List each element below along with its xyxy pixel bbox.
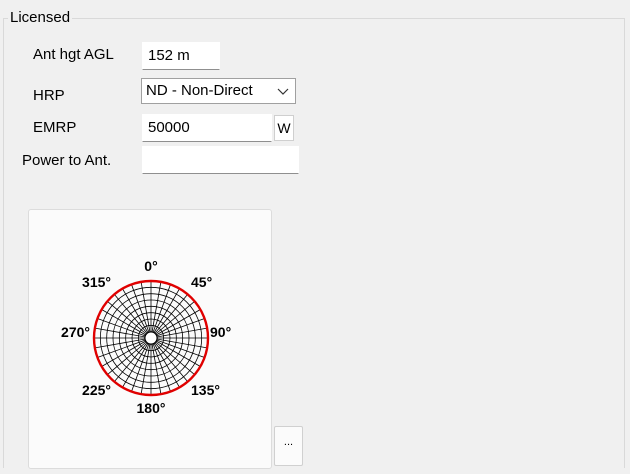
hrp-label: HRP (33, 87, 65, 104)
hrp-select-value: ND - Non-Direct (146, 82, 253, 99)
label-225: 225° (82, 382, 111, 398)
ant-height-label: Ant hgt AGL (33, 46, 114, 63)
chevron-down-icon (277, 88, 289, 95)
emrp-unit-button[interactable]: W (274, 115, 294, 141)
group-title: Licensed (8, 9, 73, 26)
label-45: 45° (191, 274, 212, 290)
polar-pattern-diagram: 0° 45° 90° 135° 180° 225° 270° 315° (61, 258, 231, 416)
label-315: 315° (82, 274, 111, 290)
label-270: 270° (61, 324, 90, 340)
pattern-more-button[interactable]: ... (274, 426, 303, 466)
label-135: 135° (191, 382, 220, 398)
emrp-field[interactable]: 50000 (142, 114, 272, 142)
polar-center (144, 331, 158, 345)
hrp-select[interactable]: ND - Non-Direct (141, 78, 296, 104)
power-label: Power to Ant. (22, 152, 112, 169)
antenna-pattern-panel: 0° 45° 90° 135° 180° 225° 270° 315° (28, 209, 272, 469)
label-0: 0° (144, 258, 157, 274)
label-180: 180° (137, 400, 166, 416)
ant-height-field[interactable]: 152 m (142, 42, 220, 70)
label-90: 90° (210, 324, 231, 340)
power-field[interactable] (142, 146, 299, 174)
emrp-label: EMRP (33, 119, 77, 136)
